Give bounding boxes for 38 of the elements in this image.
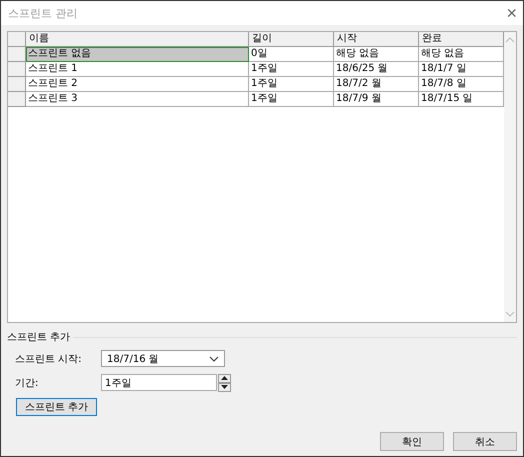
row-header[interactable] <box>8 77 26 92</box>
table-cell: 18/7/9 월 <box>334 92 419 107</box>
row-header[interactable] <box>8 62 26 77</box>
chevron-down-icon <box>209 356 219 362</box>
row-header[interactable] <box>8 47 26 62</box>
group-title: 스프린트 추가 <box>7 331 70 344</box>
column-header[interactable]: 이름 <box>26 32 249 47</box>
table-cell: 스프린트 2 <box>26 77 249 92</box>
duration-field[interactable]: 1주일 <box>101 374 217 391</box>
dialog-button[interactable]: 취소 <box>453 432 517 451</box>
column-header[interactable]: 길이 <box>249 32 334 47</box>
start-date-dropdown[interactable]: 18/7/16 월 <box>101 350 225 367</box>
table-cell: 스프린트 3 <box>26 92 249 107</box>
table-cell: 0일 <box>249 47 334 62</box>
field-label: 스프린트 시작: <box>15 352 83 366</box>
triangle-up-icon <box>221 376 228 380</box>
column-header[interactable]: 완료 <box>419 32 504 47</box>
table-cell: 스프린트 1 <box>26 62 249 77</box>
table-cell: 해당 없음 <box>334 47 419 62</box>
table-cell: 18/6/25 월 <box>334 62 419 77</box>
scroll-down-icon[interactable] <box>505 311 515 317</box>
close-button[interactable]: × <box>506 4 517 22</box>
dialog-button[interactable]: 확인 <box>380 432 444 451</box>
spin-up-button[interactable] <box>218 374 231 382</box>
field-label: 기간: <box>15 376 40 390</box>
table-cell: 스프린트 없음 <box>26 47 249 62</box>
row-header[interactable] <box>8 92 26 107</box>
window-title: 스프린트 관리 <box>8 6 78 20</box>
scroll-up-icon[interactable] <box>505 37 515 43</box>
table-cell: 1주일 <box>249 92 334 107</box>
column-header[interactable]: 시작 <box>334 32 419 47</box>
add-sprint-button[interactable]: 스프린트 추가 <box>16 398 97 416</box>
table-cell: 1주일 <box>249 62 334 77</box>
triangle-down-icon <box>221 385 228 389</box>
table-cell: 18/7/2 월 <box>334 77 419 92</box>
scrollbar[interactable] <box>504 32 516 322</box>
row-header <box>8 32 26 47</box>
table-cell: 1주일 <box>249 77 334 92</box>
